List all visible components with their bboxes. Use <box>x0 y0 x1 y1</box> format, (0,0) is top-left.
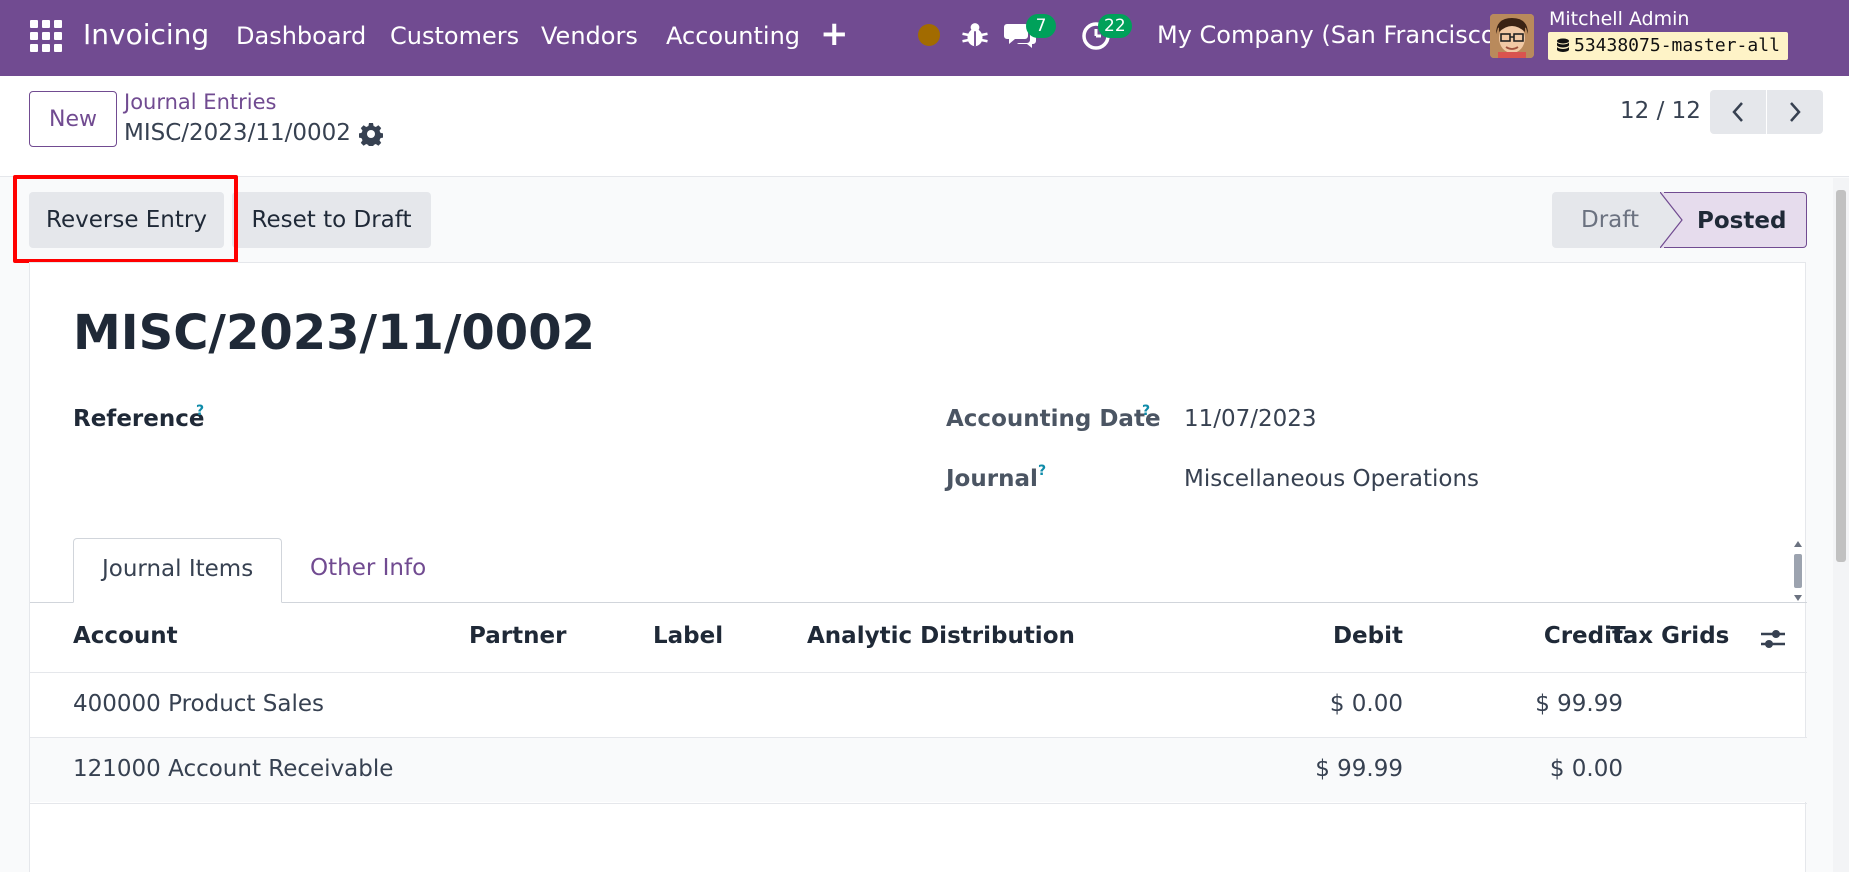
accounting-date-help-icon[interactable]: ? <box>1142 403 1150 419</box>
chevron-right-icon <box>1790 102 1801 122</box>
column-account[interactable]: Account <box>73 623 178 649</box>
chevron-left-icon <box>1732 102 1743 122</box>
tab-scrollbar[interactable] <box>1791 540 1805 602</box>
stage-arrow-separator <box>1660 192 1685 248</box>
reference-help-icon[interactable]: ? <box>196 403 204 419</box>
journal-label: Journal <box>946 466 1038 492</box>
form-sheet: MISC/2023/11/0002 Reference ? Accounting… <box>29 262 1807 872</box>
plus-icon[interactable]: + <box>820 14 849 54</box>
scroll-down-icon[interactable] <box>1793 594 1803 602</box>
user-avatar[interactable] <box>1490 14 1534 58</box>
table-row[interactable]: 121000 Account Receivable $ 99.99 $ 0.00 <box>30 737 1807 802</box>
accounting-date-value: 11/07/2023 <box>1184 406 1317 432</box>
status-dot-icon[interactable] <box>918 24 940 46</box>
bug-icon[interactable] <box>960 20 990 50</box>
scroll-up-icon[interactable] <box>1793 540 1803 548</box>
messages-badge: 7 <box>1026 14 1056 38</box>
table-row[interactable]: 400000 Product Sales $ 0.00 $ 99.99 <box>30 672 1807 737</box>
journal-value: Miscellaneous Operations <box>1184 466 1480 492</box>
entry-title: MISC/2023/11/0002 <box>73 305 595 361</box>
new-button[interactable]: New <box>29 91 117 147</box>
column-credit[interactable]: Credit <box>1330 623 1623 649</box>
gear-icon[interactable] <box>359 122 383 146</box>
tab-divider <box>30 602 1807 603</box>
menu-customers[interactable]: Customers <box>390 22 519 50</box>
reset-to-draft-button[interactable]: Reset to Draft <box>232 192 431 248</box>
breadcrumb-journal-entries[interactable]: Journal Entries <box>124 90 276 114</box>
column-tax-grids[interactable]: Tax Grids <box>1610 623 1729 649</box>
control-panel: New Journal Entries MISC/2023/11/0002 12… <box>0 76 1849 177</box>
cell-credit[interactable]: $ 0.00 <box>1330 756 1623 782</box>
pager-value[interactable]: 12 / 12 <box>1620 98 1701 124</box>
pager-previous-button[interactable] <box>1710 90 1766 134</box>
database-icon <box>1557 38 1569 52</box>
cell-credit[interactable]: $ 99.99 <box>1330 691 1623 717</box>
column-partner[interactable]: Partner <box>469 623 566 649</box>
page-scrollbar[interactable] <box>1833 178 1849 872</box>
menu-dashboard[interactable]: Dashboard <box>236 22 366 50</box>
menu-vendors[interactable]: Vendors <box>541 22 638 50</box>
journal-help-icon[interactable]: ? <box>1038 463 1046 479</box>
database-chip: 53438075-master-all <box>1548 32 1788 60</box>
column-analytic-distribution[interactable]: Analytic Distribution <box>807 623 1075 649</box>
accounting-date-label: Accounting Date <box>946 406 1161 432</box>
app-menu-icon[interactable] <box>30 20 62 52</box>
top-navbar: Invoicing Dashboard Customers Vendors Ac… <box>0 0 1849 76</box>
table-empty-row[interactable] <box>30 803 1807 868</box>
column-label[interactable]: Label <box>653 623 723 649</box>
stage-draft[interactable]: Draft <box>1552 192 1664 248</box>
reverse-entry-button[interactable]: Reverse Entry <box>29 192 224 248</box>
breadcrumb-current-record: MISC/2023/11/0002 <box>124 120 351 146</box>
menu-accounting[interactable]: Accounting <box>666 22 800 50</box>
pager-next-button[interactable] <box>1767 90 1823 134</box>
column-settings-icon[interactable] <box>1759 625 1787 653</box>
activities-badge: 22 <box>1098 14 1132 38</box>
tab-scrollbar-thumb[interactable] <box>1794 554 1802 588</box>
tab-other-info[interactable]: Other Info <box>282 538 454 603</box>
reference-label: Reference <box>73 406 205 432</box>
tab-journal-items[interactable]: Journal Items <box>73 538 283 603</box>
company-switcher[interactable]: My Company (San Francisco) <box>1157 21 1505 49</box>
database-name: 53438075-master-all <box>1574 35 1780 56</box>
app-name[interactable]: Invoicing <box>83 18 209 51</box>
page-scrollbar-thumb[interactable] <box>1836 190 1846 562</box>
cell-account[interactable]: 400000 Product Sales <box>73 691 324 717</box>
user-name[interactable]: Mitchell Admin <box>1549 8 1689 30</box>
cell-account[interactable]: 121000 Account Receivable <box>73 756 393 782</box>
